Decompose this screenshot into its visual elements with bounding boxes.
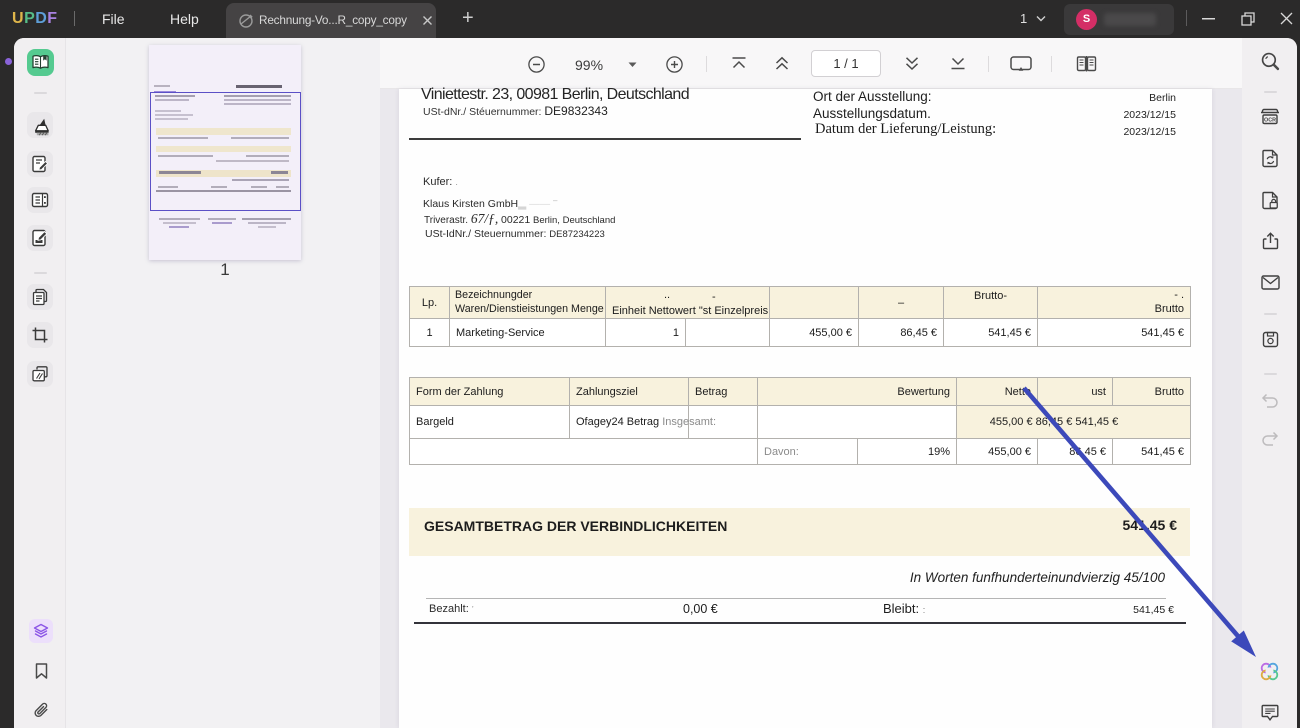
svg-text:OCR: OCR [1264, 118, 1276, 124]
